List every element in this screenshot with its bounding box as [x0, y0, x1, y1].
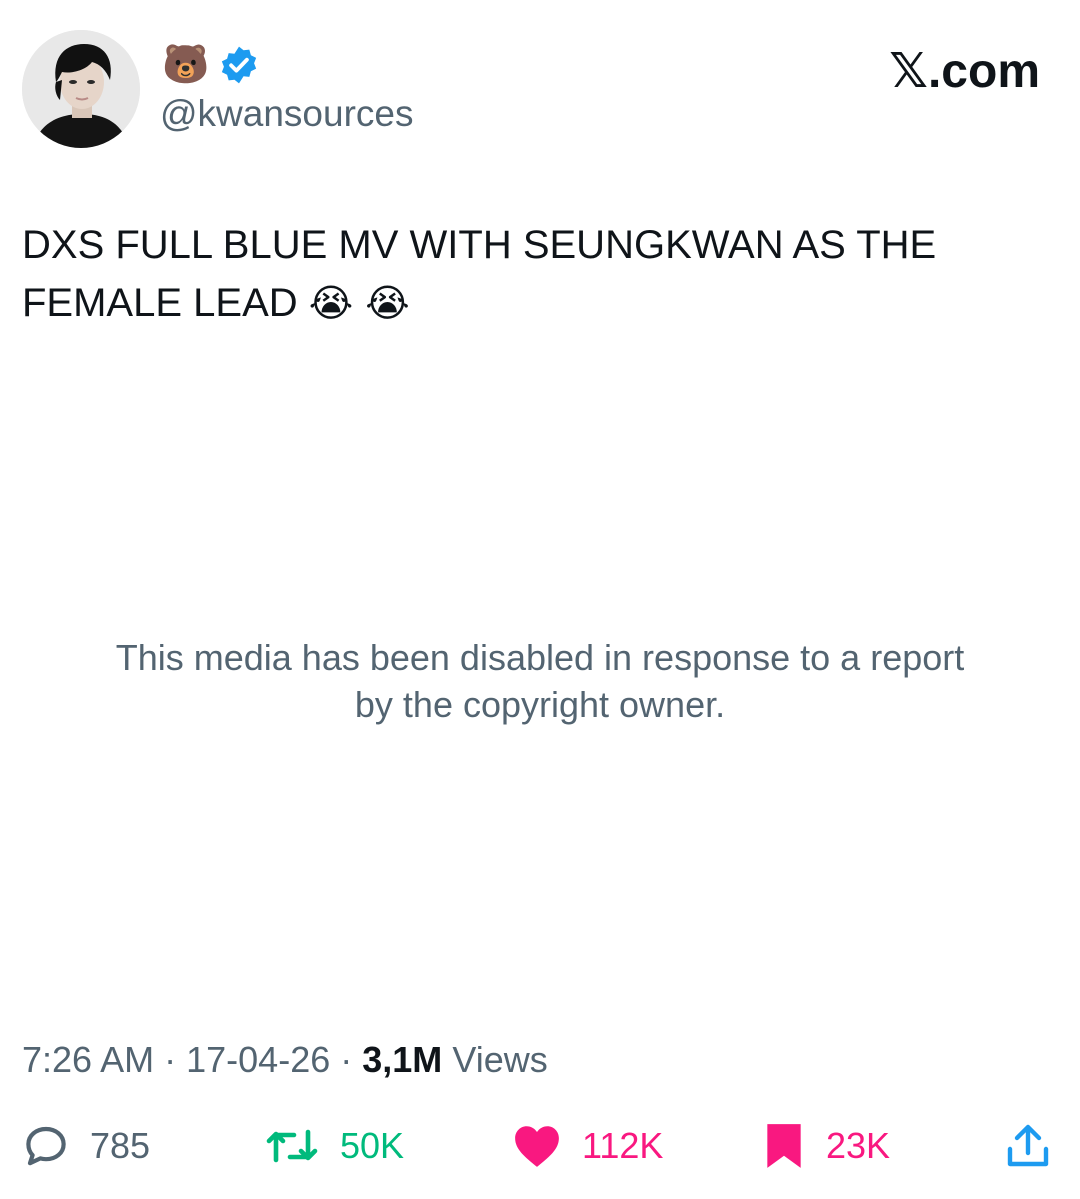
views-count: 3,1M [362, 1039, 443, 1080]
heart-icon [515, 1126, 559, 1167]
retweet-button[interactable]: 50K [264, 1118, 404, 1174]
display-name[interactable]: 🐻 [162, 44, 209, 84]
x-logo-text: 𝕏.com [889, 45, 1040, 98]
like-count: 112K [582, 1125, 664, 1166]
tweet-body: DXS FULL BLUE MV WITH SEUNGKWAN AS THE F… [22, 223, 937, 325]
verified-badge-icon [218, 44, 260, 86]
reply-count: 785 [90, 1125, 151, 1166]
tweet-time[interactable]: 7:26 AM [22, 1039, 154, 1080]
avatar-photo [22, 30, 140, 148]
crying-emoji: 😭 😭 [308, 281, 410, 325]
tweet-meta: 7:26 AM · 17-04-26 · 3,1M Views [22, 1038, 548, 1082]
media-notice-line-2: by the copyright owner. [354, 684, 726, 725]
bookmark-button[interactable]: 23K [762, 1118, 890, 1174]
tweet-date[interactable]: 17-04-26 [186, 1039, 330, 1080]
like-button[interactable]: 112K [512, 1118, 663, 1174]
bookmark-count: 23K [826, 1125, 891, 1166]
reply-bubble-icon [26, 1126, 66, 1166]
retweet-icon [266, 1129, 318, 1163]
meta-separator: · [340, 1039, 353, 1080]
share-button[interactable] [1004, 1118, 1052, 1174]
views-label: Views [452, 1039, 548, 1080]
tweet-text: DXS FULL BLUE MV WITH SEUNGKWAN AS THE F… [22, 216, 1042, 332]
avatar[interactable] [22, 30, 140, 148]
meta-separator: · [164, 1039, 177, 1080]
media-disabled-notice: This media has been disabled in response… [40, 634, 1040, 728]
user-handle[interactable]: @kwansources [160, 94, 414, 134]
media-notice-line-1: This media has been disabled in response… [115, 637, 965, 678]
bookmark-icon [767, 1124, 801, 1168]
share-icon [1007, 1124, 1049, 1167]
retweet-count: 50K [340, 1125, 405, 1166]
reply-button[interactable]: 785 [22, 1118, 150, 1174]
